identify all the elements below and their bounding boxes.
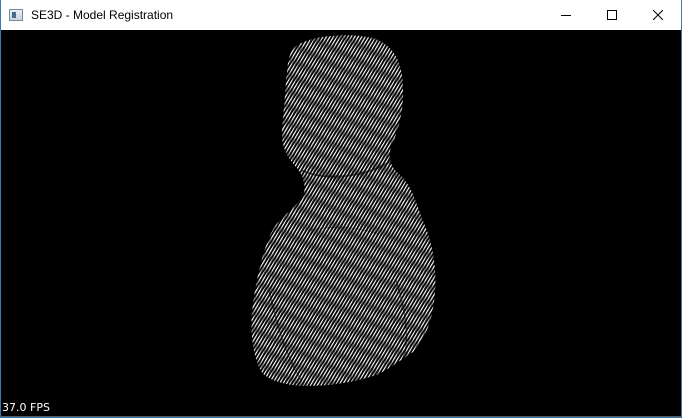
app-window: SE3D - Model Registration 37.0 FPS <box>0 0 682 418</box>
close-button[interactable] <box>635 0 681 30</box>
maximize-button[interactable] <box>589 0 635 30</box>
title-bar[interactable]: SE3D - Model Registration <box>1 0 681 30</box>
window-controls <box>543 0 681 30</box>
point-cloud-bust <box>251 35 436 387</box>
window-bottom-border <box>1 416 681 417</box>
maximize-icon <box>607 10 617 20</box>
close-icon <box>653 10 663 20</box>
window-title: SE3D - Model Registration <box>31 8 174 22</box>
fps-counter: 37.0 FPS <box>2 401 50 414</box>
app-window-icon[interactable] <box>9 9 23 21</box>
3d-viewport[interactable]: 37.0 FPS <box>1 30 681 416</box>
minimize-icon <box>561 15 571 16</box>
point-cloud-render[interactable] <box>1 30 681 416</box>
minimize-button[interactable] <box>543 0 589 30</box>
